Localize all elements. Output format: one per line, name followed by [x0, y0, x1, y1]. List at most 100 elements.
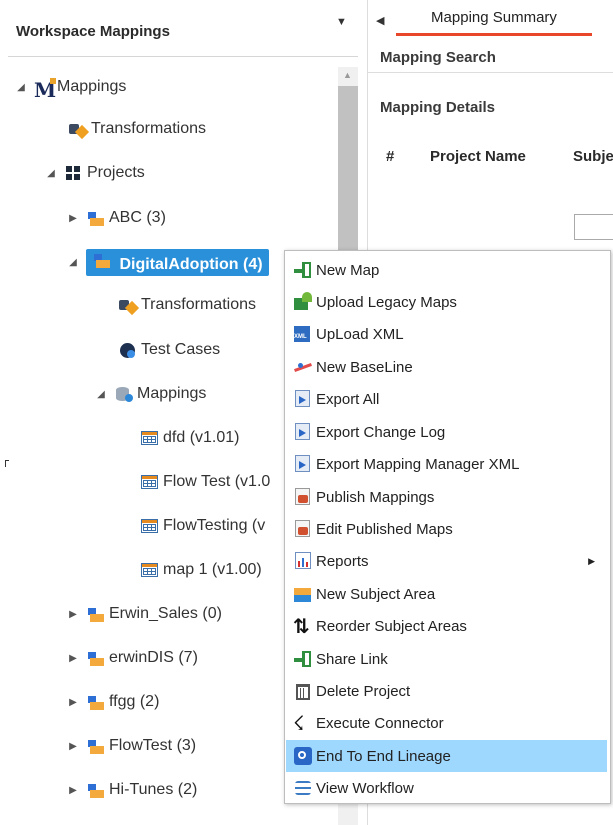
projects-grid-icon — [64, 164, 84, 182]
submenu-arrow-icon: ▶ — [588, 555, 595, 566]
project-folder-icon — [92, 251, 112, 269]
column-header-subject[interactable]: Subje — [573, 148, 613, 165]
active-tab-indicator — [396, 33, 592, 36]
tree-node-map-dfd[interactable]: dfd (v1.01) — [140, 425, 239, 451]
menu-item-upload-legacy-maps[interactable]: Upload Legacy Maps — [286, 286, 607, 318]
menu-item-delete-project[interactable]: Delete Project — [286, 675, 607, 707]
menu-item-share-link[interactable]: Share Link — [286, 643, 607, 675]
menu-item-execute-connector[interactable]: Execute Connector — [286, 707, 607, 739]
tree-node-project-erwindis[interactable]: ▶ erwinDIS (7) — [66, 645, 198, 671]
tree-node-mappings-root[interactable]: ◢ M Mappings — [14, 74, 127, 102]
menu-item-export-all[interactable]: Export All — [286, 383, 607, 415]
tree-node-label: ABC (3) — [109, 209, 166, 226]
tab-scroll-left-icon[interactable]: ◀ — [376, 14, 384, 27]
tree-node-transformations[interactable]: Transformations — [68, 116, 206, 142]
menu-item-publish-mappings[interactable]: Publish Mappings — [286, 481, 607, 513]
tree-node-label: FlowTesting (v — [163, 517, 266, 534]
tree-node-label: dfd (v1.01) — [163, 429, 240, 446]
menu-item-label: Publish Mappings — [316, 488, 435, 506]
upload-xml-icon — [293, 324, 313, 344]
expand-toggle-icon[interactable]: ▶ — [66, 609, 80, 620]
collapse-toggle-icon[interactable]: ◢ — [44, 168, 58, 179]
tab-mapping-summary[interactable]: Mapping Summary — [396, 9, 592, 26]
collapse-toggle-icon[interactable]: ◢ — [94, 389, 108, 400]
selected-project-node[interactable]: DigitalAdoption (4) — [86, 248, 269, 276]
tree-node-project-digitaladoption[interactable]: ◢ DigitalAdoption (4) — [66, 248, 269, 276]
mapping-search-heading[interactable]: Mapping Search — [380, 49, 496, 66]
project-folder-icon — [86, 693, 106, 711]
column-filter-input[interactable] — [574, 214, 613, 240]
column-header-number[interactable]: # — [386, 148, 394, 165]
tree-node-label: Mappings — [137, 385, 207, 402]
export-icon — [293, 422, 313, 442]
transformations-icon — [118, 296, 138, 314]
mapping-manager-icon: M — [34, 78, 57, 102]
panel-collapse-icon[interactable]: ▼ — [336, 16, 347, 28]
tree-node-map-flowtesting[interactable]: FlowTesting (v — [140, 513, 265, 539]
menu-item-new-subject-area[interactable]: New Subject Area — [286, 578, 607, 610]
tree-node-label: Mappings — [57, 78, 127, 95]
new-baseline-icon — [293, 357, 313, 377]
collapse-toggle-icon[interactable]: ◢ — [14, 82, 28, 93]
divider — [368, 72, 613, 73]
menu-item-edit-published-maps[interactable]: Edit Published Maps — [286, 513, 607, 545]
project-folder-icon — [86, 781, 106, 799]
menu-item-label: Delete Project — [316, 682, 411, 700]
column-header-project-name[interactable]: Project Name — [430, 148, 526, 165]
tree-node-project-ffgg[interactable]: ▶ ffgg (2) — [66, 689, 159, 715]
tree-node-projects[interactable]: ◢ Projects — [44, 160, 145, 186]
test-cases-gear-icon — [118, 341, 138, 359]
map-table-icon — [140, 517, 160, 535]
project-folder-icon — [86, 209, 106, 227]
menu-item-end-to-end-lineage[interactable]: End To End Lineage — [286, 740, 607, 772]
tree-node-map-1[interactable]: map 1 (v1.00) — [140, 557, 262, 583]
map-table-icon — [140, 429, 160, 447]
execute-runner-icon — [293, 711, 313, 735]
menu-item-label: Export All — [316, 390, 380, 408]
menu-item-export-mapping-manager-xml[interactable]: Export Mapping Manager XML — [286, 448, 607, 480]
menu-item-new-baseline[interactable]: New BaseLine — [286, 351, 607, 383]
reports-icon — [293, 551, 313, 571]
expand-toggle-icon[interactable]: ▶ — [66, 697, 80, 708]
menu-item-label: Upload Legacy Maps — [316, 293, 457, 311]
tree-node-label: Transformations — [91, 120, 206, 137]
map-table-icon — [140, 561, 160, 579]
menu-item-label: Execute Connector — [316, 714, 444, 732]
export-icon — [293, 389, 313, 409]
tree-node-label: Test Cases — [141, 341, 221, 358]
menu-item-label: View Workflow — [316, 779, 414, 797]
scroll-up-arrow-icon[interactable]: ▲ — [343, 70, 352, 80]
expand-toggle-icon[interactable]: ▶ — [66, 741, 80, 752]
menu-item-label: Reorder Subject Areas — [316, 617, 467, 635]
tree-node-project-flowtest[interactable]: ▶ FlowTest (3) — [66, 733, 196, 759]
menu-item-label: Export Mapping Manager XML — [316, 455, 520, 473]
menu-item-label: UpLoad XML — [316, 325, 404, 343]
tree-node-digital-transformations[interactable]: Transformations — [118, 292, 256, 318]
publish-icon — [293, 519, 313, 539]
collapse-toggle-icon[interactable]: ◢ — [66, 257, 80, 268]
tree-node-digital-mappings[interactable]: ◢ Mappings — [94, 381, 206, 407]
menu-item-upload-xml[interactable]: UpLoad XML — [286, 318, 607, 350]
transformations-icon — [68, 120, 88, 138]
menu-item-export-change-log[interactable]: Export Change Log — [286, 416, 607, 448]
upload-legacy-maps-icon — [293, 292, 313, 312]
new-map-icon — [293, 260, 313, 280]
tree-node-project-abc[interactable]: ▶ ABC (3) — [66, 205, 166, 231]
menu-item-new-map[interactable]: New Map — [286, 254, 607, 286]
project-folder-icon — [86, 737, 106, 755]
menu-item-label: Reports — [316, 552, 369, 570]
tree-node-label: Projects — [87, 164, 145, 181]
tree-node-label: Erwin_Sales (0) — [109, 605, 222, 622]
menu-item-reorder-subject-areas[interactable]: Reorder Subject Areas — [286, 610, 607, 642]
menu-item-reports[interactable]: Reports ▶ — [286, 545, 607, 577]
expand-toggle-icon[interactable]: ▶ — [66, 653, 80, 664]
menu-item-view-workflow[interactable]: View Workflow — [286, 772, 607, 804]
tree-node-project-erwin-sales[interactable]: ▶ Erwin_Sales (0) — [66, 601, 222, 627]
mapping-details-heading[interactable]: Mapping Details — [380, 99, 495, 116]
project-context-menu: New Map Upload Legacy Maps UpLoad XML Ne… — [284, 250, 611, 804]
tree-node-project-hitunes[interactable]: ▶ Hi-Tunes (2) — [66, 777, 197, 803]
expand-toggle-icon[interactable]: ▶ — [66, 213, 80, 224]
tree-node-test-cases[interactable]: Test Cases — [118, 337, 220, 363]
expand-toggle-icon[interactable]: ▶ — [66, 785, 80, 796]
tree-node-map-flow-test[interactable]: Flow Test (v1.0 — [140, 469, 270, 495]
